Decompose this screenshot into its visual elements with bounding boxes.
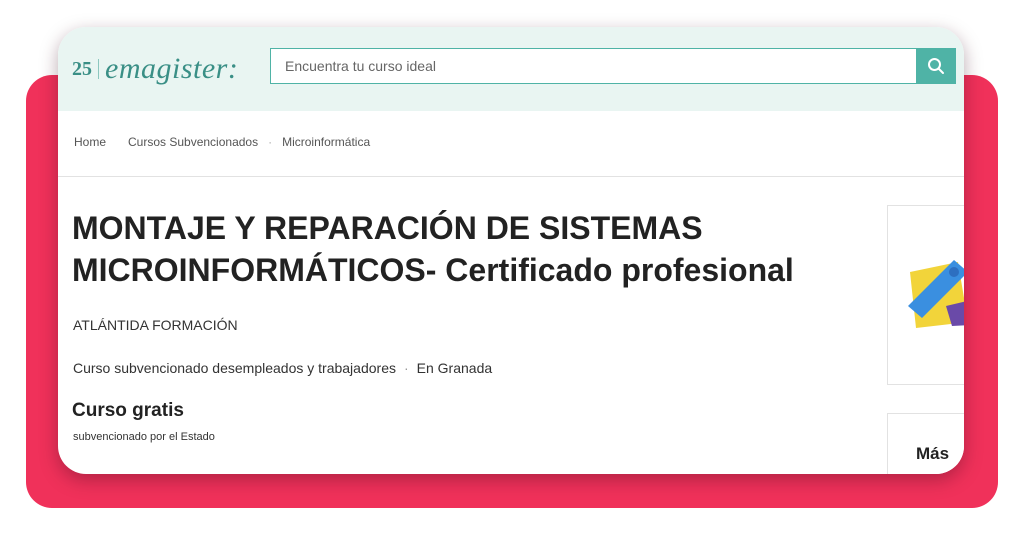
course-type: Curso subvencionado desempleados y traba… (73, 360, 396, 376)
emagister-logo[interactable]: 25 emagister: (72, 51, 238, 87)
logo-wordmark: emagister: (105, 52, 239, 85)
breadcrumb-microinformatica[interactable]: Microinformática (282, 135, 370, 149)
course-price: Curso gratis (72, 400, 184, 421)
course-meta: Curso subvencionado desempleados y traba… (73, 360, 492, 376)
logo-anniversary-number: 25 (72, 57, 92, 80)
search-bar (270, 48, 956, 84)
search-input[interactable] (271, 49, 925, 83)
search-icon (928, 58, 944, 74)
breadcrumb-home[interactable]: Home (74, 135, 106, 149)
breadcrumb: Home Cursos Subvencionados · Microinform… (74, 135, 370, 149)
header-divider (58, 176, 964, 177)
provider-logo-image (908, 260, 964, 328)
meta-separator: · (403, 360, 409, 376)
course-title: MONTAJE Y REPARACIÓN DE SISTEMAS MICROIN… (72, 210, 794, 288)
course-subsidy-note: subvencionado por el Estado (73, 431, 215, 443)
sidebar-info-box: Más (887, 413, 964, 474)
site-header: 25 emagister: (58, 27, 964, 111)
breadcrumb-separator: · (268, 135, 273, 149)
sidebar-box-title: Más (916, 444, 950, 463)
search-button[interactable] (916, 48, 956, 84)
breadcrumb-cursos-subvencionados[interactable]: Cursos Subvencionados (128, 135, 258, 149)
browser-card: 25 emagister: Home Cursos Subvencionados… (58, 27, 964, 474)
course-location: En Granada (416, 360, 493, 376)
provider-logo-box[interactable] (887, 205, 964, 385)
course-provider[interactable]: ATLÁNTIDA FORMACIÓN (73, 317, 238, 333)
logo-separator (98, 59, 99, 79)
